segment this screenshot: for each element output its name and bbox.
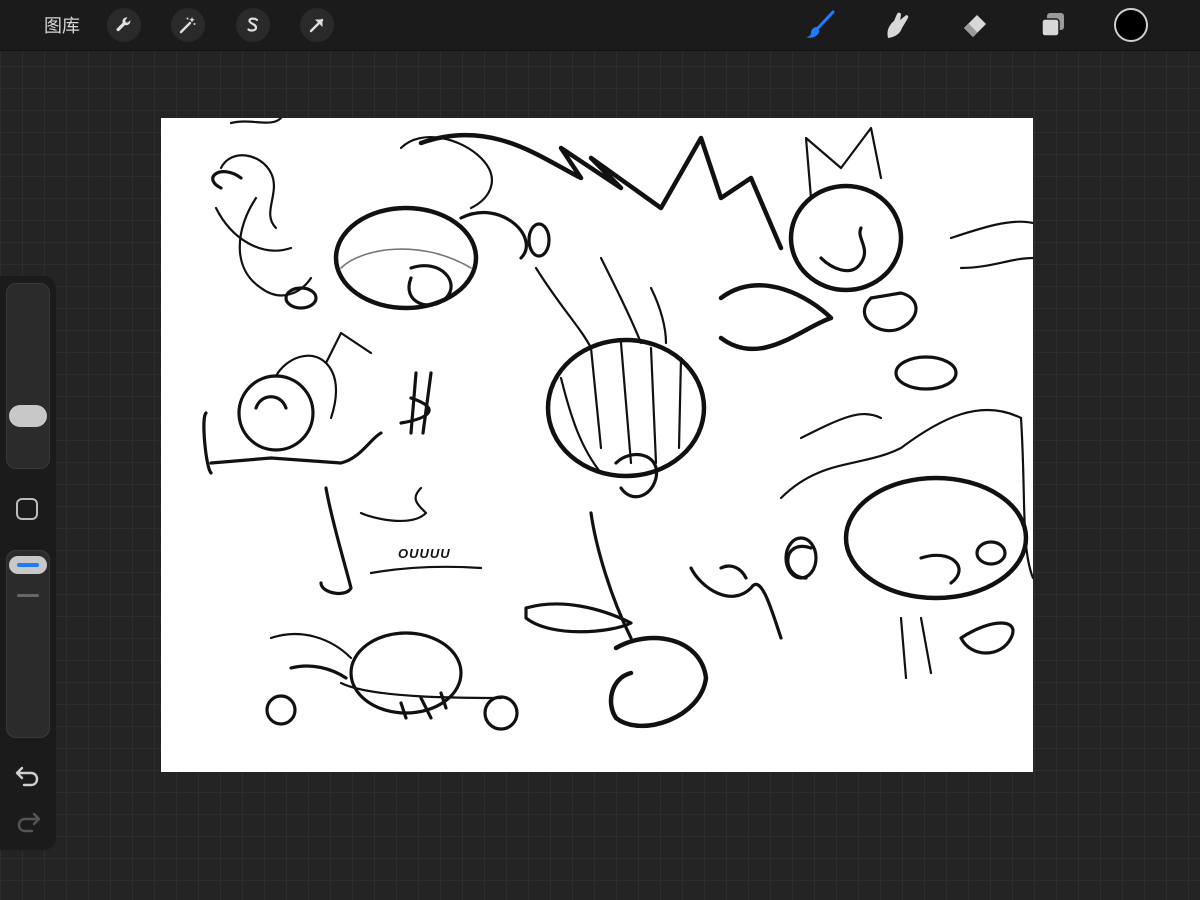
layers-icon	[1041, 13, 1064, 37]
redo-icon[interactable]	[14, 810, 42, 834]
sketch-character-top-left	[211, 118, 784, 311]
wrench-icon	[116, 17, 131, 32]
sketch-text: OUUUU	[398, 546, 451, 561]
opacity-tick	[17, 594, 39, 597]
opacity-slider[interactable]	[6, 550, 50, 738]
undo-icon[interactable]	[14, 764, 42, 788]
brush-icon	[806, 10, 835, 38]
smudge-icon	[887, 12, 909, 38]
sketch-character-left	[202, 331, 433, 596]
smudge-tool[interactable]	[880, 8, 914, 42]
eraser-tool[interactable]	[958, 8, 992, 42]
sketch-character-bottom-right	[779, 408, 1033, 680]
opacity-indicator	[17, 563, 39, 567]
eraser-icon	[964, 15, 986, 37]
actions-button[interactable]	[107, 8, 141, 42]
modify-button[interactable]	[16, 498, 38, 520]
sketch-character-top-right	[718, 126, 1033, 391]
layers-button[interactable]	[1036, 8, 1070, 42]
brush-size-thumb[interactable]	[9, 405, 47, 427]
selection-button[interactable]	[236, 8, 270, 42]
transform-button[interactable]	[300, 8, 334, 42]
sketch-character-center	[369, 256, 783, 729]
brush-tool[interactable]	[803, 8, 837, 42]
transform-arrow-icon	[309, 18, 324, 33]
brush-size-slider[interactable]	[6, 283, 50, 469]
selection-s-icon	[247, 17, 259, 32]
color-picker-swatch[interactable]	[1114, 8, 1148, 42]
gallery-button[interactable]: 图库	[44, 12, 80, 38]
opacity-thumb[interactable]	[9, 556, 47, 574]
sketch-drawing	[202, 118, 1033, 731]
adjustments-button[interactable]	[171, 8, 205, 42]
magic-wand-icon	[179, 17, 196, 34]
top-toolbar: 图库	[0, 0, 1200, 51]
sketch-character-bottom-left	[265, 631, 519, 731]
drawing-canvas[interactable]: OUUUU	[161, 118, 1033, 772]
